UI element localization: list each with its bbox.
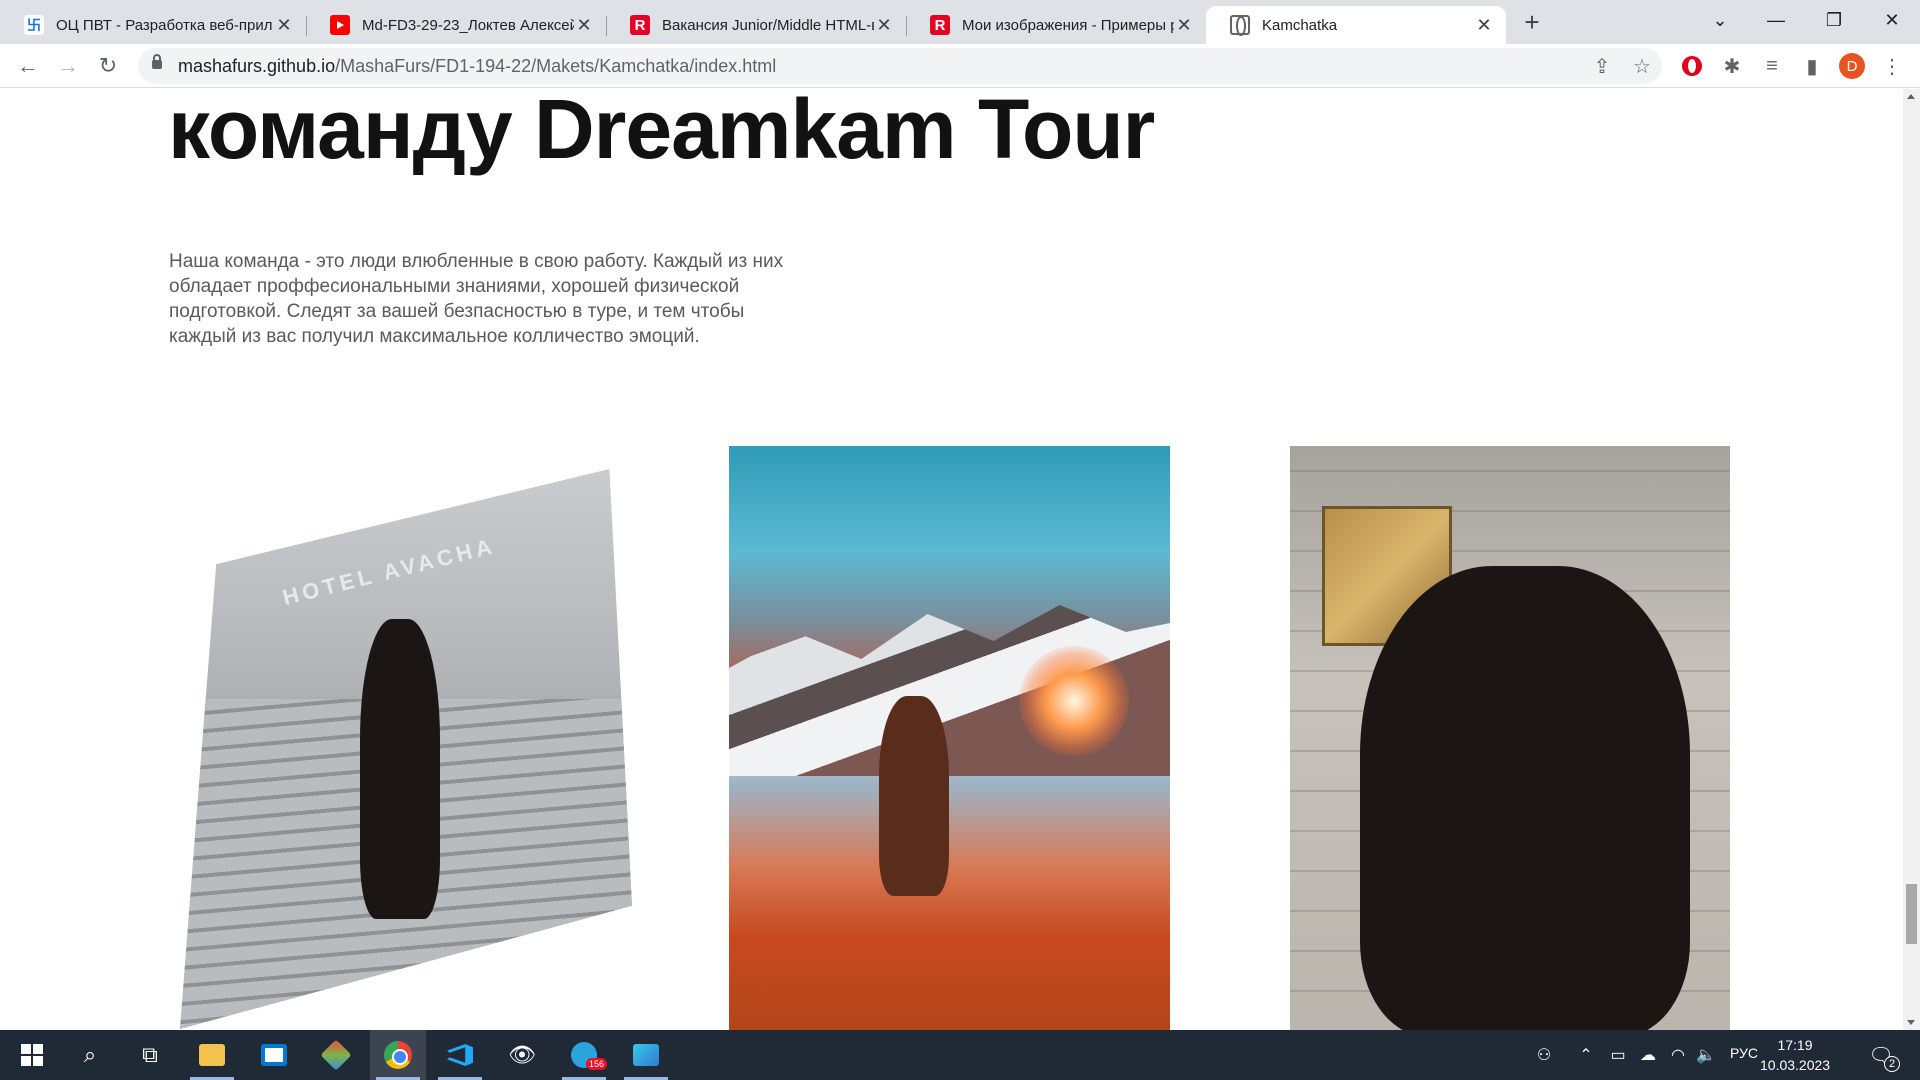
- menu-kebab-icon[interactable]: ⋮: [1876, 50, 1908, 82]
- bookmark-star-icon[interactable]: ☆: [1626, 50, 1658, 82]
- tab-title: Kamchatka: [1262, 16, 1338, 34]
- description-line: обладает проффесиональными знаниями, хор…: [169, 276, 740, 297]
- paint-app-icon[interactable]: [618, 1030, 674, 1080]
- people-icon[interactable]: ⚇: [1528, 1030, 1560, 1080]
- forward-arrow-icon[interactable]: →: [52, 50, 84, 82]
- rabota-icon: R: [630, 15, 650, 35]
- avatar-initial: D: [1839, 53, 1865, 79]
- page-scrollbar[interactable]: [1903, 89, 1920, 1030]
- tab-pvt[interactable]: 卐 ОЦ ПВТ - Разработка веб-прил ✕: [0, 6, 306, 44]
- team-photo-backpacker: [1290, 446, 1730, 1030]
- eye-app-icon[interactable]: 👁: [494, 1030, 550, 1080]
- close-icon[interactable]: ✕: [1474, 15, 1494, 35]
- tab-title: Вакансия Junior/Middle HTML-в: [662, 16, 874, 34]
- language-indicator[interactable]: РУС: [1730, 1045, 1758, 1061]
- close-icon[interactable]: ✕: [1174, 15, 1194, 35]
- url-path: /MashaFurs/FD1-194-22/Makets/Kamchatka/i…: [335, 56, 777, 76]
- tab-vacancy[interactable]: R Вакансия Junior/Middle HTML-в ✕: [606, 6, 906, 44]
- team-photo-hotel-avacha: HOTEL AVACHA: [180, 469, 632, 1029]
- hotel-sign-text: HOTEL AVACHA: [280, 532, 498, 611]
- media-queue-icon[interactable]: ≡: [1756, 50, 1788, 82]
- cloud-sync-icon[interactable]: ☁: [1634, 1030, 1662, 1080]
- file-explorer-icon[interactable]: [184, 1030, 240, 1080]
- chrome-icon[interactable]: [370, 1030, 426, 1080]
- git-client-icon[interactable]: [308, 1030, 364, 1080]
- youtube-icon: [330, 15, 350, 35]
- telegram-icon[interactable]: 156: [556, 1030, 612, 1080]
- store-icon[interactable]: [246, 1030, 302, 1080]
- team-photo-mountains: [729, 446, 1170, 1030]
- notification-count: 2: [1884, 1056, 1900, 1072]
- tray-overflow-chevron-icon[interactable]: ⌃: [1574, 1030, 1598, 1080]
- page-heading: команду Dreamkam Tour: [168, 89, 1155, 176]
- battery-icon[interactable]: ▭: [1604, 1030, 1632, 1080]
- back-arrow-icon[interactable]: ←: [12, 50, 44, 82]
- new-tab-button[interactable]: +: [1518, 7, 1546, 37]
- team-description: Наша команда - это люди влюбленные в сво…: [169, 249, 819, 349]
- page-viewport: команду Dreamkam Tour Наша команда - это…: [0, 89, 1903, 1030]
- scroll-thumb[interactable]: [1906, 884, 1917, 944]
- side-panel-icon[interactable]: ▮: [1796, 50, 1828, 82]
- url-text[interactable]: mashafurs.github.io/MashaFurs/FD1-194-22…: [178, 56, 776, 77]
- task-view-icon[interactable]: ⧉: [122, 1030, 178, 1080]
- close-icon[interactable]: ✕: [874, 15, 894, 35]
- address-bar[interactable]: mashafurs.github.io/MashaFurs/FD1-194-22…: [138, 48, 1662, 84]
- pvt-icon: 卐: [24, 15, 44, 35]
- tab-title: Md-FD3-29-23_Локтев Алексей: [362, 16, 574, 34]
- close-icon[interactable]: ✕: [574, 15, 594, 35]
- tab-kamchatka[interactable]: Kamchatka ✕: [1206, 6, 1506, 44]
- browser-toolbar: ← → ↻ mashafurs.github.io/MashaFurs/FD1-…: [0, 44, 1920, 88]
- scroll-down-arrow-icon[interactable]: [1907, 1020, 1915, 1025]
- tab-title: ОЦ ПВТ - Разработка веб-прил: [56, 16, 273, 34]
- share-icon[interactable]: ⇪: [1586, 50, 1618, 82]
- vscode-icon[interactable]: [432, 1030, 488, 1080]
- profile-avatar[interactable]: D: [1836, 50, 1868, 82]
- description-line: подготовкой. Следят за вашей безпасность…: [169, 301, 745, 322]
- restore-icon[interactable]: ❐: [1806, 0, 1862, 40]
- clock[interactable]: 17:19 10.03.2023: [1760, 1035, 1830, 1075]
- windows-logo-icon: [21, 1044, 43, 1066]
- start-button[interactable]: [4, 1030, 60, 1080]
- window-close-icon[interactable]: ✕: [1864, 0, 1920, 40]
- reload-icon[interactable]: ↻: [92, 50, 124, 82]
- windows-taskbar: ⌕ ⧉ 👁 156 ⚇ ⌃ ▭ ☁ ◠ 🔈 РУС 17:19 10.03.20…: [0, 1030, 1920, 1080]
- notifications-icon[interactable]: 🗨 2: [1866, 1040, 1900, 1072]
- minimize-icon[interactable]: —: [1748, 0, 1804, 40]
- search-icon[interactable]: ⌕: [62, 1030, 118, 1080]
- scroll-up-arrow-icon[interactable]: [1907, 94, 1915, 99]
- description-line: каждый из вас получил максимальное колли…: [169, 326, 700, 347]
- person-figure: [1360, 566, 1690, 1030]
- flare-decoration: [1019, 646, 1129, 756]
- telegram-unread-badge: 156: [586, 1058, 608, 1070]
- tab-youtube[interactable]: Md-FD3-29-23_Локтев Алексей ✕: [306, 6, 606, 44]
- lock-icon: [152, 54, 162, 69]
- opera-adblock-icon[interactable]: [1676, 50, 1708, 82]
- tab-title: Мои изображения - Примеры р: [962, 16, 1174, 34]
- close-icon[interactable]: ✕: [274, 15, 294, 35]
- wifi-icon[interactable]: ◠: [1664, 1030, 1692, 1080]
- extensions-puzzle-icon[interactable]: ✱: [1716, 50, 1748, 82]
- globe-icon: [1230, 15, 1250, 36]
- rabota-icon: R: [930, 15, 950, 35]
- person-figure: [360, 619, 440, 919]
- tab-strip: 卐 ОЦ ПВТ - Разработка веб-прил ✕ Md-FD3-…: [0, 0, 1920, 44]
- url-host: mashafurs.github.io: [178, 56, 336, 76]
- description-line: Наша команда - это люди влюбленные в сво…: [169, 251, 784, 272]
- person-figure: [879, 696, 949, 896]
- volume-icon[interactable]: 🔈: [1692, 1030, 1720, 1080]
- clock-time: 17:19: [1777, 1037, 1813, 1053]
- tab-my-images[interactable]: R Мои изображения - Примеры р ✕: [906, 6, 1206, 44]
- tab-search-icon[interactable]: ⌄: [1692, 0, 1748, 40]
- clock-date: 10.03.2023: [1760, 1057, 1831, 1073]
